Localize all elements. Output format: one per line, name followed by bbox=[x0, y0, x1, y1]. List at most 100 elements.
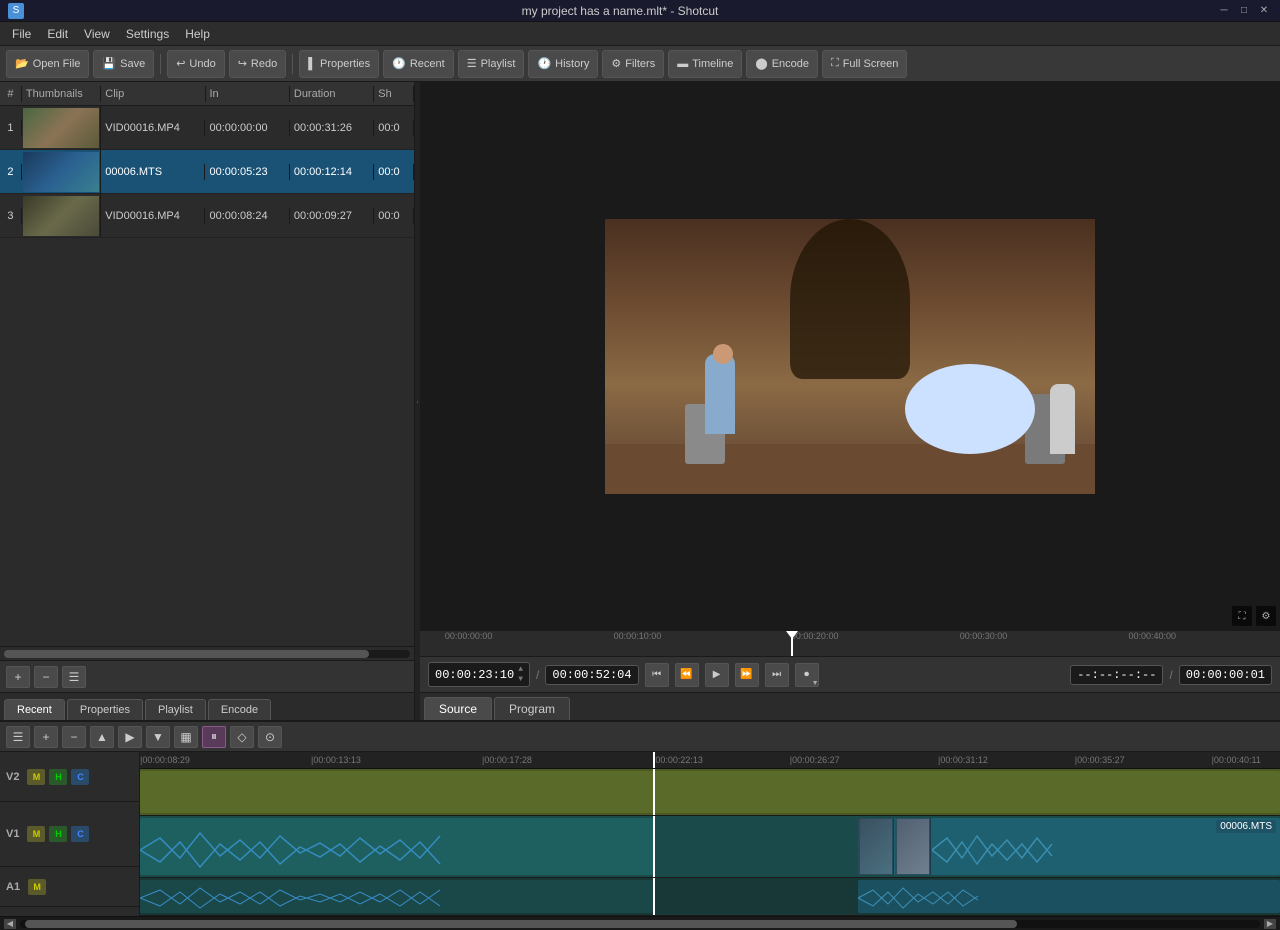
open-file-button[interactable]: 📂 Open File bbox=[6, 50, 89, 78]
history-button[interactable]: 🕐 History bbox=[528, 50, 598, 78]
track-v2[interactable] bbox=[140, 769, 1280, 816]
step-forward-button[interactable]: ⏩ bbox=[735, 663, 759, 687]
ruler-mark-0: 00:00:00:00 bbox=[445, 631, 493, 641]
waveform-svg bbox=[140, 818, 653, 875]
filters-button[interactable]: ⚙ Filters bbox=[602, 50, 664, 78]
a1-playhead bbox=[653, 878, 655, 915]
row-duration-3: 00:00:09:27 bbox=[290, 208, 374, 224]
titlebar: S my project has a name.mlt* - Shotcut ─… bbox=[0, 0, 1280, 22]
add-button[interactable]: + bbox=[6, 666, 30, 688]
fullscreen-icon: ⛶ bbox=[831, 57, 839, 70]
col-num: # bbox=[0, 86, 22, 102]
tl-scroll-thumb[interactable] bbox=[25, 920, 1017, 928]
menu-help[interactable]: Help bbox=[177, 25, 218, 43]
track-hide-v2[interactable]: H bbox=[49, 769, 67, 785]
ruler-mark-4: 00:00:40:00 bbox=[1129, 631, 1177, 641]
v2-clip-right bbox=[653, 771, 1280, 813]
tab-program[interactable]: Program bbox=[494, 697, 570, 720]
tl-snap-button[interactable]: ⏸ bbox=[202, 726, 226, 748]
window-controls[interactable]: ─ □ ✕ bbox=[1216, 3, 1272, 19]
tl-remove-track-button[interactable]: − bbox=[62, 726, 86, 748]
track-a1[interactable] bbox=[140, 878, 1280, 916]
table-row[interactable]: 2 00006.MTS 00:00:05:23 00:00:12:14 00:0 bbox=[0, 150, 414, 194]
track-name-v2: V2 bbox=[6, 771, 19, 783]
tab-properties[interactable]: Properties bbox=[67, 699, 143, 720]
properties-button[interactable]: ▌ Properties bbox=[299, 50, 379, 78]
timeline-area: ☰ + − ▲ ▶ ▼ ▦ ⏸ ◇ ⊙ V2 M H C V1 M H C bbox=[0, 720, 1280, 930]
close-button[interactable]: ✕ bbox=[1256, 3, 1272, 19]
ruler-mark-3: 00:00:30:00 bbox=[960, 631, 1008, 641]
tracks-container[interactable]: |00:00:08:29 |00:00:13:13 |00:00:17:28 |… bbox=[140, 752, 1280, 916]
tl-down-button[interactable]: ▼ bbox=[146, 726, 170, 748]
row-num: 2 bbox=[0, 164, 22, 180]
tl-loop-button[interactable]: ⊙ bbox=[258, 726, 282, 748]
menu-edit[interactable]: Edit bbox=[39, 25, 76, 43]
playlist-button[interactable]: ☰ Playlist bbox=[458, 50, 525, 78]
tl-scroll-right[interactable]: ▶ bbox=[1264, 919, 1276, 929]
tl-right-button[interactable]: ▶ bbox=[118, 726, 142, 748]
tab-recent[interactable]: Recent bbox=[4, 699, 65, 720]
playlist-content: 1 VID00016.MP4 00:00:00:00 00:00:31:26 0… bbox=[0, 106, 414, 646]
play-button[interactable]: ▶ bbox=[705, 663, 729, 687]
tab-encode[interactable]: Encode bbox=[208, 699, 271, 720]
remove-button[interactable]: − bbox=[34, 666, 58, 688]
save-icon: 💾 bbox=[102, 57, 116, 70]
track-v1[interactable]: 00006.MTS bbox=[140, 816, 1280, 878]
tl-mark-4: |00:00:26:27 bbox=[790, 755, 840, 765]
tl-mark-0: |00:00:08:29 bbox=[140, 755, 190, 765]
time-spin-up[interactable]: ▲ ▼ bbox=[518, 665, 523, 684]
playlist-scroll-thumb[interactable] bbox=[4, 650, 369, 658]
tl-menu-button[interactable]: ☰ bbox=[6, 726, 30, 748]
save-button[interactable]: 💾 Save bbox=[93, 50, 154, 78]
table-row[interactable]: 1 VID00016.MP4 00:00:00:00 00:00:31:26 0… bbox=[0, 106, 414, 150]
timeline-scrollbar[interactable]: ◀ ▶ bbox=[0, 916, 1280, 930]
tab-playlist[interactable]: Playlist bbox=[145, 699, 206, 720]
transport-bar: 00:00:23:10 ▲ ▼ / 00:00:52:04 ⏮ ⏪ ▶ ⏩ ⏭ … bbox=[420, 656, 1280, 692]
video-preview[interactable]: ⛶ ⚙ bbox=[420, 82, 1280, 630]
track-mute-v2[interactable]: M bbox=[27, 769, 45, 785]
tab-source[interactable]: Source bbox=[424, 697, 492, 720]
current-time-display[interactable]: 00:00:23:10 ▲ ▼ bbox=[428, 662, 530, 687]
out-point: 00:00:00:01 bbox=[1186, 668, 1265, 682]
video-frame bbox=[605, 219, 1095, 494]
skip-to-start-button[interactable]: ⏮ bbox=[645, 663, 669, 687]
tl-scroll-track[interactable] bbox=[20, 920, 1260, 928]
redo-button[interactable]: ↪ Redo bbox=[229, 50, 287, 78]
playlist-scroll-track[interactable] bbox=[4, 650, 410, 658]
tl-grid-button[interactable]: ▦ bbox=[174, 726, 198, 748]
current-time: 00:00:23:10 bbox=[435, 668, 514, 682]
tl-marker-button[interactable]: ◇ bbox=[230, 726, 254, 748]
tl-add-track-button[interactable]: + bbox=[34, 726, 58, 748]
preview-timeline-ruler[interactable]: 00:00:00:00 00:00:10:00 00:00:20:00 00:0… bbox=[420, 630, 1280, 656]
recent-button[interactable]: 🕐 Recent bbox=[383, 50, 454, 78]
col-thumbnails: Thumbnails bbox=[22, 86, 101, 102]
encode-button[interactable]: ⬤ Encode bbox=[746, 50, 818, 78]
skip-to-end-button[interactable]: ⏭ bbox=[765, 663, 789, 687]
track-hide-v1[interactable]: H bbox=[49, 826, 67, 842]
fullscreen-button[interactable]: ⛶ Full Screen bbox=[822, 50, 907, 78]
menu-settings[interactable]: Settings bbox=[118, 25, 177, 43]
step-back-button[interactable]: ⏪ bbox=[675, 663, 699, 687]
minimize-button[interactable]: ─ bbox=[1216, 3, 1232, 19]
track-mute-a1[interactable]: M bbox=[28, 879, 46, 895]
timeline-button[interactable]: ▬ Timeline bbox=[668, 50, 742, 78]
zoom-icon[interactable]: ⛶ bbox=[1232, 606, 1252, 626]
track-mute-v1[interactable]: M bbox=[27, 826, 45, 842]
menu-file[interactable]: File bbox=[4, 25, 39, 43]
filters-icon: ⚙ bbox=[611, 57, 621, 70]
track-lock-v1[interactable]: C bbox=[71, 826, 89, 842]
open-icon: 📂 bbox=[15, 57, 29, 70]
settings-icon[interactable]: ⚙ bbox=[1256, 606, 1276, 626]
menu-view[interactable]: View bbox=[76, 25, 118, 43]
tl-up-button[interactable]: ▲ bbox=[90, 726, 114, 748]
maximize-button[interactable]: □ bbox=[1236, 3, 1252, 19]
undo-button[interactable]: ↩ Undo bbox=[167, 50, 225, 78]
tl-scroll-left[interactable]: ◀ bbox=[4, 919, 16, 929]
mts-thumb-2 bbox=[895, 818, 931, 875]
loop-button[interactable]: ⏺ ▼ bbox=[795, 663, 819, 687]
playlist-hscrollbar[interactable] bbox=[0, 646, 414, 660]
table-row[interactable]: 3 VID00016.MP4 00:00:08:24 00:00:09:27 0… bbox=[0, 194, 414, 238]
menu-button[interactable]: ☰ bbox=[62, 666, 86, 688]
track-lock-v2[interactable]: C bbox=[71, 769, 89, 785]
toolbar-sep-2 bbox=[292, 54, 293, 74]
